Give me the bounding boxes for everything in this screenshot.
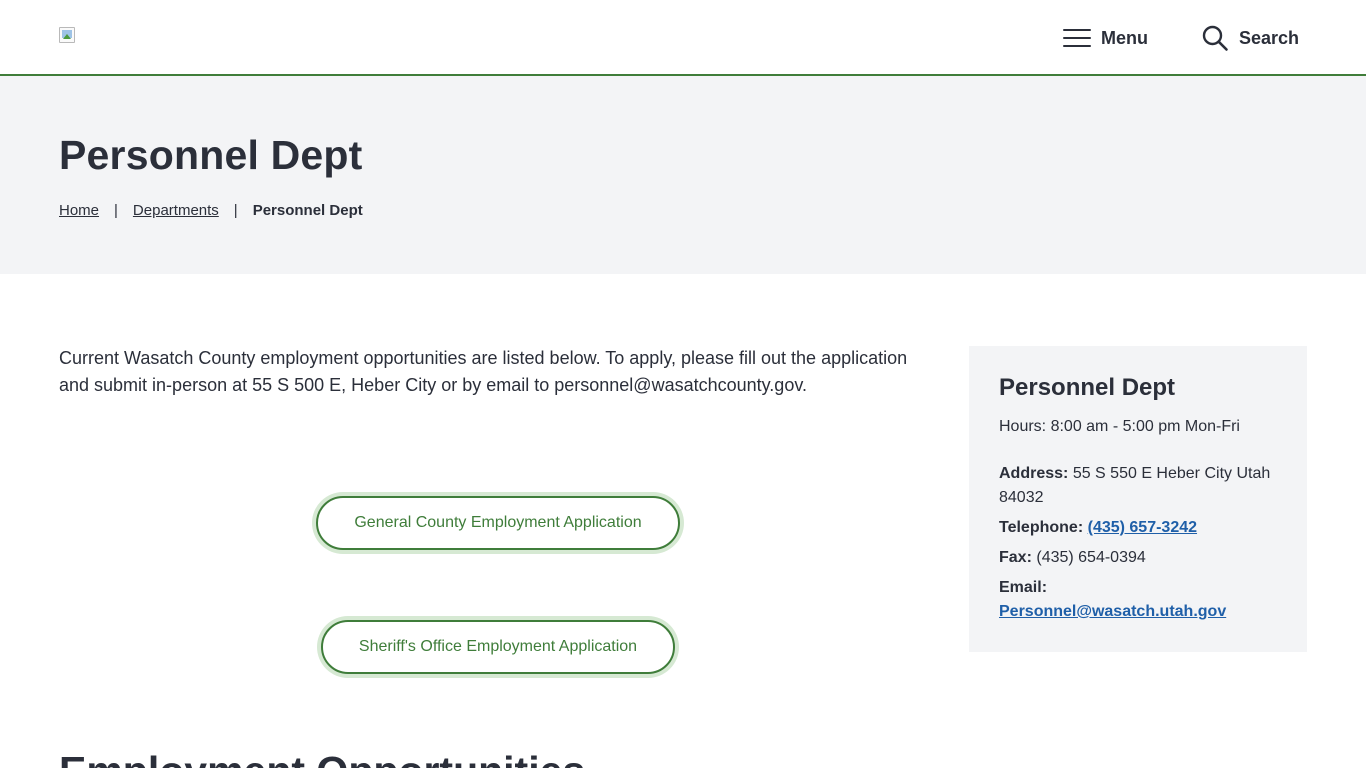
contact-sidebar: Personnel Dept Hours: 8:00 am - 5:00 pm …	[969, 346, 1307, 652]
breadcrumb-home-link[interactable]: Home	[59, 202, 99, 219]
search-button[interactable]: Search	[1201, 23, 1299, 53]
search-label: Search	[1239, 27, 1300, 48]
telephone-row: Telephone: (435) 657-3242	[999, 516, 1277, 540]
breadcrumb-current: Personnel Dept	[252, 202, 363, 219]
email-label: Email:	[999, 579, 1048, 596]
general-county-application-button[interactable]: General County Employment Application	[316, 496, 680, 550]
email-row: Email: Personnel@wasatch.utah.gov	[999, 576, 1277, 624]
breadcrumb-separator: |	[114, 202, 118, 219]
broken-image-icon	[59, 27, 75, 43]
breadcrumb-departments-link[interactable]: Departments	[133, 202, 219, 219]
menu-button[interactable]: Menu	[1063, 24, 1148, 52]
office-hours: Hours: 8:00 am - 5:00 pm Mon-Fri	[999, 418, 1240, 435]
hamburger-icon	[1063, 29, 1091, 47]
breadcrumb: Home | Departments | Personnel Dept	[59, 202, 363, 219]
page-hero: Personnel Dept Home | Departments | Pers…	[0, 76, 1366, 274]
employment-opportunities-heading: Employment Opportunities	[59, 748, 585, 768]
intro-text: Current Wasatch County employment opport…	[59, 348, 908, 395]
fax-row: Fax: (435) 654-0394	[999, 546, 1277, 570]
sidebar-title: Personnel Dept	[999, 374, 1176, 401]
fax-value: (435) 654-0394	[1036, 549, 1146, 566]
address-label: Address:	[999, 465, 1069, 482]
email-link[interactable]: Personnel@wasatch.utah.gov	[999, 603, 1226, 620]
page-title: Personnel Dept	[59, 132, 363, 178]
search-icon	[1202, 25, 1228, 51]
telephone-label: Telephone:	[999, 519, 1084, 536]
fax-label: Fax:	[999, 549, 1032, 566]
breadcrumb-separator: |	[233, 202, 238, 219]
address-row: Address: 55 S 550 E Heber City Utah 8403…	[999, 462, 1277, 510]
menu-label: Menu	[1101, 27, 1148, 48]
logo-image[interactable]	[59, 27, 75, 43]
telephone-link[interactable]: (435) 657-3242	[1088, 519, 1197, 536]
site-header: Menu Search	[0, 0, 1366, 76]
sheriff-office-application-button[interactable]: Sheriff's Office Employment Application	[321, 620, 675, 674]
